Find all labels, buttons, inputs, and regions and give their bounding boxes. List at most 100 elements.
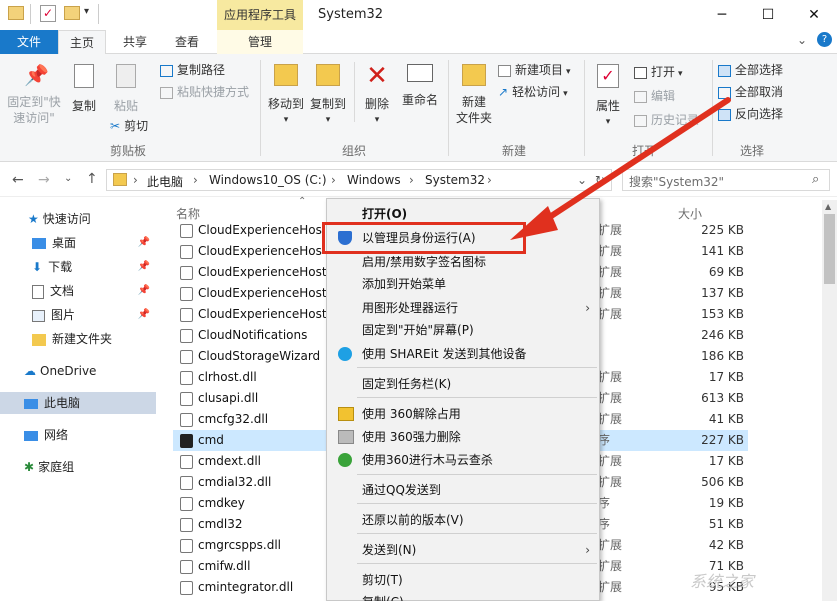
- copy-path-button[interactable]: 复制路径: [160, 60, 225, 80]
- folder-icon[interactable]: [8, 6, 24, 20]
- file-name: cmdial32.dll: [198, 475, 272, 489]
- nav-documents[interactable]: 文档 📌: [0, 280, 156, 302]
- file-type: 扩展: [598, 412, 623, 426]
- copy-path-label: 复制路径: [177, 63, 226, 77]
- recent-locations-icon[interactable]: ⌄: [64, 173, 72, 184]
- nav-pictures[interactable]: 图片 📌: [0, 304, 156, 326]
- menu-restore-previous[interactable]: 还原以前的版本(V): [328, 509, 600, 531]
- file-icon: [180, 413, 193, 427]
- breadcrumb-windows[interactable]: Windows: [347, 173, 401, 187]
- up-arrow-icon[interactable]: ↑: [86, 171, 98, 187]
- file-icon: [180, 392, 193, 406]
- group-clipboard-label: 剪贴板: [110, 144, 147, 158]
- forward-arrow-icon[interactable]: →: [38, 172, 50, 188]
- file-type: 扩展: [598, 538, 623, 552]
- customize-quick-access-icon[interactable]: ▾: [84, 6, 89, 17]
- nav-homegroup[interactable]: ✱ 家庭组: [0, 456, 156, 478]
- menu-shareit[interactable]: 使用 SHAREit 发送到其他设备: [328, 343, 600, 365]
- tab-share[interactable]: 共享: [112, 30, 158, 54]
- nav-label: 家庭组: [38, 460, 75, 474]
- nav-quick-access[interactable]: ★ 快速访问: [0, 208, 156, 230]
- nav-new-folder[interactable]: 新建文件夹: [0, 328, 156, 350]
- nav-network[interactable]: 网络: [0, 424, 156, 446]
- file-name: cmifw.dll: [198, 559, 251, 573]
- expand-ribbon-icon[interactable]: ⌄: [797, 33, 807, 47]
- new-folder-button[interactable]: 新建 文件夹: [452, 64, 496, 126]
- file-name: CloudExperienceHos: [198, 244, 322, 258]
- rename-button[interactable]: 重命名: [398, 64, 442, 108]
- file-icon: [180, 476, 193, 490]
- breadcrumb-drive[interactable]: Windows10_OS (C:): [209, 173, 327, 187]
- menu-label: 使用 360强力删除: [362, 430, 461, 444]
- menu-send-qq[interactable]: 通过QQ发送到: [328, 479, 600, 501]
- select-all-button[interactable]: 全部选择: [718, 60, 783, 80]
- open-button[interactable]: 打开 ▾: [634, 62, 683, 82]
- menu-360-scan[interactable]: 使用360进行木马云查杀: [328, 449, 600, 471]
- scroll-up-icon[interactable]: ▲: [825, 202, 831, 211]
- tab-view[interactable]: 查看: [164, 30, 210, 54]
- file-name: CloudNotifications: [198, 328, 308, 342]
- menu-pin-taskbar[interactable]: 固定到任务栏(K): [328, 373, 600, 395]
- pin-icon: 📌: [24, 63, 49, 87]
- folder-icon: [113, 173, 127, 186]
- file-size: 17 KB: [708, 454, 744, 468]
- move-to-button[interactable]: 移动到 ▾: [266, 64, 306, 128]
- delete-button[interactable]: ✕ 删除 ▾: [360, 63, 394, 128]
- back-arrow-icon[interactable]: ←: [12, 172, 24, 188]
- properties-icon: ✓: [597, 64, 619, 88]
- nav-label: 新建文件夹: [52, 332, 113, 346]
- computer-icon: [24, 398, 38, 409]
- nav-onedrive[interactable]: ☁ OneDrive: [0, 360, 156, 382]
- breadcrumb-this-pc[interactable]: 此电脑: [147, 173, 183, 190]
- file-name: cmgrcspps.dll: [198, 538, 282, 552]
- menu-toggle-signature[interactable]: 启用/禁用数字签名图标: [328, 251, 600, 273]
- new-folder-quick-icon[interactable]: [64, 6, 80, 20]
- help-icon[interactable]: ?: [817, 32, 832, 47]
- file-size: 42 KB: [708, 538, 744, 552]
- divider: [30, 4, 31, 24]
- file-size: 17 KB: [708, 370, 744, 384]
- menu-copy[interactable]: 复制(C): [328, 591, 600, 601]
- paste-shortcut-button[interactable]: 粘贴快捷方式: [160, 82, 249, 102]
- menu-separator: [357, 533, 597, 534]
- minimize-button[interactable]: ─: [699, 0, 745, 30]
- menu-360-force-delete[interactable]: 使用 360强力删除: [328, 426, 600, 448]
- file-name: CloudStorageWizard: [198, 349, 321, 363]
- cut-button[interactable]: ✂ 剪切: [110, 116, 148, 136]
- breadcrumb-system32[interactable]: System32: [425, 173, 485, 187]
- select-all-label: 全部选择: [735, 63, 784, 77]
- file-icon: [180, 245, 193, 259]
- copy-button[interactable]: 复制: [66, 64, 102, 114]
- scrollbar-thumb[interactable]: [824, 214, 835, 284]
- new-folder-label-2: 文件夹: [455, 111, 492, 125]
- menu-pin-start[interactable]: 固定到"开始"屏幕(P): [328, 319, 600, 341]
- menu-separator: [357, 563, 597, 564]
- file-name: CloudExperienceHostB: [198, 265, 335, 279]
- paste-button[interactable]: 粘贴: [106, 64, 146, 114]
- console-icon: [180, 434, 193, 448]
- copy-to-button[interactable]: 复制到 ▾: [308, 64, 348, 128]
- menu-360-unlock[interactable]: 使用 360解除占用: [328, 403, 600, 425]
- copy-icon: [74, 64, 94, 88]
- file-icon: [180, 560, 193, 574]
- nav-desktop[interactable]: 桌面 📌: [0, 232, 156, 254]
- tab-home[interactable]: 主页: [58, 30, 106, 55]
- menu-send-to[interactable]: 发送到(N) ›: [328, 539, 600, 561]
- pin-quick-access-button[interactable]: 📌 固定到"快 速访问": [4, 64, 64, 126]
- menu-cut[interactable]: 剪切(T): [328, 569, 600, 591]
- nav-label: 此电脑: [44, 396, 81, 410]
- maximize-button[interactable]: ☐: [745, 0, 791, 30]
- file-size: 19 KB: [708, 496, 744, 510]
- nav-downloads[interactable]: ⬇ 下载 📌: [0, 256, 156, 278]
- properties-check-icon[interactable]: ✓: [40, 5, 56, 22]
- close-button[interactable]: ✕: [791, 0, 837, 30]
- menu-run-gpu[interactable]: 用图形处理器运行 ›: [328, 297, 600, 319]
- tab-manage[interactable]: 管理: [217, 30, 303, 54]
- ribbon-separator: [448, 60, 449, 156]
- tab-file[interactable]: 文件: [0, 30, 58, 54]
- file-type: 扩展: [598, 391, 623, 405]
- file-name: cmdext.dll: [198, 454, 261, 468]
- new-item-button[interactable]: 新建项目 ▾: [498, 60, 571, 80]
- nav-this-pc[interactable]: 此电脑: [0, 392, 156, 414]
- menu-add-start[interactable]: 添加到开始菜单: [328, 273, 600, 295]
